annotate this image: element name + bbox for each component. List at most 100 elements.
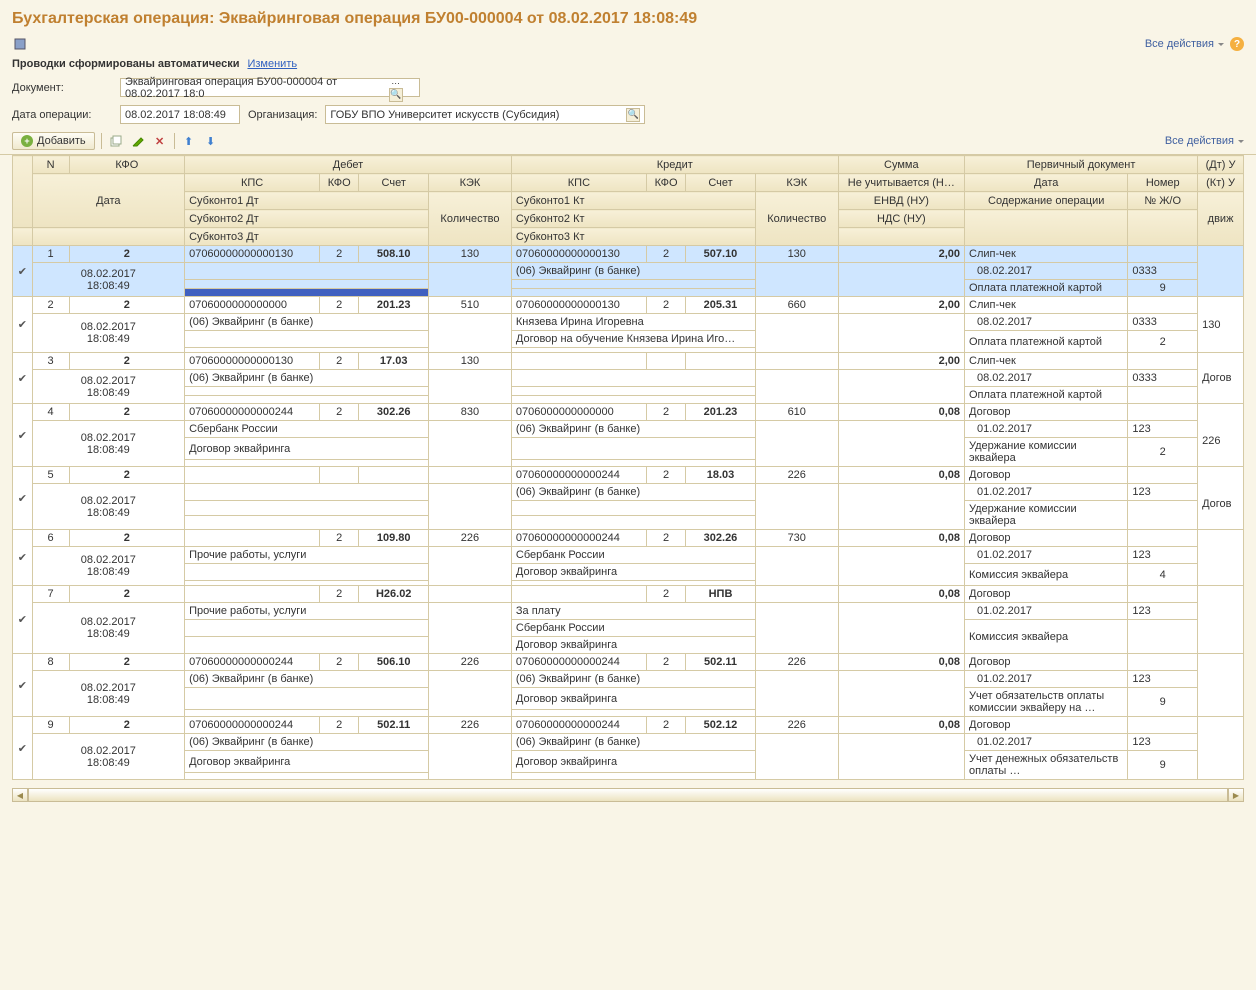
table-row[interactable]: 08.02.201718:08:49 (06) Эквайринг (в бан…	[13, 263, 1244, 280]
table-row[interactable]: Договор эквайринга Удержание комиссии эк…	[13, 438, 1244, 460]
check-cell[interactable]: ✔	[13, 586, 33, 654]
cell-ks2: Сбербанк России	[511, 620, 755, 637]
table-row[interactable]: ✔ 4 2 07060000000000244 2 302.26 830 070…	[13, 404, 1244, 421]
col-kps-d[interactable]: КПС	[185, 174, 320, 192]
table-row[interactable]: ✔ 8 2 07060000000000244 2 506.10 226 070…	[13, 654, 1244, 671]
cell-docdate: 08.02.2017	[965, 370, 1128, 387]
col-primary[interactable]: Первичный документ	[965, 156, 1198, 174]
col-nds[interactable]: НДС (НУ)	[838, 210, 964, 228]
table-row[interactable]: Сбербанк России Комиссия эквайера	[13, 620, 1244, 637]
col-sum[interactable]: Сумма	[838, 156, 964, 174]
cell-kqty	[755, 547, 838, 586]
check-cell[interactable]: ✔	[13, 404, 33, 467]
col-debit[interactable]: Дебет	[185, 156, 512, 174]
col-credit[interactable]: Кредит	[511, 156, 838, 174]
cell-kqty	[755, 603, 838, 654]
table-row[interactable]: 08.02.201718:08:49 (06) Эквайринг (в бан…	[13, 671, 1244, 688]
cell-ks1: (06) Эквайринг (в банке)	[511, 421, 755, 438]
col-dt[interactable]: (Дт) У	[1198, 156, 1244, 174]
col-move[interactable]: движ	[1198, 192, 1244, 246]
table-row[interactable]: Оплата платежной картой 9	[13, 280, 1244, 289]
col-kek-d[interactable]: КЭК	[429, 174, 512, 192]
col-sub3k[interactable]: Субконто3 Кт	[511, 228, 755, 246]
col-sub1d[interactable]: Субконто1 Дт	[185, 192, 429, 210]
table-row[interactable]: ✔ 1 2 07060000000000130 2 508.10 130 070…	[13, 246, 1244, 263]
cell-right: Догов	[1198, 467, 1244, 530]
scrollbar-horizontal[interactable]	[28, 788, 1228, 802]
col-kt[interactable]: (Кт) У	[1198, 174, 1244, 192]
help-icon[interactable]: ?	[1230, 37, 1244, 51]
col-jo[interactable]: № Ж/О	[1128, 192, 1198, 210]
table-row[interactable]: ✔ 2 2 0706000000000000 2 201.23 510 0706…	[13, 297, 1244, 314]
cell-date: 08.02.201718:08:49	[32, 734, 184, 780]
col-number[interactable]: Номер	[1128, 174, 1198, 192]
check-cell[interactable]: ✔	[13, 246, 33, 297]
col-date[interactable]: Дата	[32, 174, 184, 228]
copy-icon[interactable]	[108, 133, 124, 149]
search-icon[interactable]: 🔍	[389, 88, 403, 102]
col-kps-k[interactable]: КПС	[511, 174, 646, 192]
table-row[interactable]: Удержание комиссии эквайера	[13, 501, 1244, 516]
table-row[interactable]: 08.02.201718:08:49 (06) Эквайринг (в бан…	[13, 484, 1244, 501]
cell-dkek: 226	[429, 654, 512, 671]
col-acct-d[interactable]: Счет	[359, 174, 429, 192]
col-kfo-d[interactable]: КФО	[320, 174, 359, 192]
ellipsis-icon[interactable]: …	[389, 74, 403, 88]
table-row[interactable]: 08.02.201718:08:49 Прочие работы, услуги…	[13, 547, 1244, 564]
table-row[interactable]: 08.02.201718:08:49 Сбербанк России (06) …	[13, 421, 1244, 438]
table-row[interactable]: ✔ 3 2 07060000000000130 2 17.03 130 2,00…	[13, 353, 1244, 370]
all-actions-menu[interactable]: Все действия	[1145, 38, 1224, 50]
col-notake[interactable]: Не учитывается (Н…	[838, 174, 964, 192]
col-check[interactable]	[13, 156, 33, 228]
cell-sum: 2,00	[838, 353, 964, 370]
move-up-icon[interactable]: ⬆	[181, 133, 197, 149]
table-row[interactable]: 08.02.201718:08:49 (06) Эквайринг (в бан…	[13, 370, 1244, 387]
col-content[interactable]: Содержание операции	[965, 192, 1128, 210]
search-icon[interactable]: 🔍	[626, 108, 640, 122]
table-row[interactable]: Оплата платежной картой	[13, 387, 1244, 396]
table-row[interactable]: Договор на обучение Князева Ирина Иго… О…	[13, 331, 1244, 348]
col-n[interactable]: N	[32, 156, 69, 174]
postings-table[interactable]: N КФО Дебет Кредит Сумма Первичный докум…	[12, 155, 1244, 780]
check-cell[interactable]: ✔	[13, 297, 33, 353]
col-date2[interactable]: Дата	[965, 174, 1128, 192]
change-link[interactable]: Изменить	[247, 58, 297, 70]
check-cell[interactable]: ✔	[13, 717, 33, 780]
col-sub2d[interactable]: Субконто2 Дт	[185, 210, 429, 228]
edit-icon[interactable]	[130, 133, 146, 149]
table-row[interactable]: Договор эквайринга Учет обязательств опл…	[13, 688, 1244, 710]
check-cell[interactable]: ✔	[13, 353, 33, 404]
col-sub2k[interactable]: Субконто2 Кт	[511, 210, 755, 228]
check-cell[interactable]: ✔	[13, 530, 33, 586]
table-row[interactable]: ✔ 5 2 07060000000000244 2 18.03 226 0,08…	[13, 467, 1244, 484]
table-row[interactable]: 08.02.201718:08:49 Прочие работы, услуги…	[13, 603, 1244, 620]
add-button[interactable]: + Добавить	[12, 132, 95, 150]
check-cell[interactable]: ✔	[13, 654, 33, 717]
org-field[interactable]: ГОБУ ВПО Университет искусств (Субсидия)…	[325, 105, 645, 124]
col-envd[interactable]: ЕНВД (НУ)	[838, 192, 964, 210]
table-row[interactable]: ✔ 9 2 07060000000000244 2 502.11 226 070…	[13, 717, 1244, 734]
table-row[interactable]: 08.02.201718:08:49 (06) Эквайринг (в бан…	[13, 734, 1244, 751]
scroll-left-icon[interactable]: ◀	[12, 788, 28, 802]
col-acct-k[interactable]: Счет	[686, 174, 756, 192]
move-down-icon[interactable]: ⬇	[203, 133, 219, 149]
cell-doc: Слип-чек	[965, 297, 1128, 314]
doc-field[interactable]: Эквайринговая операция БУ00-000004 от 08…	[120, 78, 420, 97]
col-sub3d[interactable]: Субконто3 Дт	[185, 228, 429, 246]
delete-icon[interactable]: ✕	[152, 133, 168, 149]
table-row[interactable]: 08.02.201718:08:49 (06) Эквайринг (в бан…	[13, 314, 1244, 331]
date-field[interactable]: 08.02.2017 18:08:49	[120, 105, 240, 124]
col-kfo-k[interactable]: КФО	[646, 174, 685, 192]
table-row[interactable]: Договор эквайринга Комиссия эквайера 4	[13, 564, 1244, 581]
check-cell[interactable]: ✔	[13, 467, 33, 530]
col-qty-k[interactable]: Количество	[755, 192, 838, 246]
scroll-right-icon[interactable]: ▶	[1228, 788, 1244, 802]
table-row[interactable]: Договор эквайринга Договор эквайринга Уч…	[13, 751, 1244, 773]
table-row[interactable]: ✔ 7 2 2 Н26.02 2 НПВ 0,08 Договор	[13, 586, 1244, 603]
col-qty-d[interactable]: Количество	[429, 192, 512, 246]
col-kek-k[interactable]: КЭК	[755, 174, 838, 192]
col-sub1k[interactable]: Субконто1 Кт	[511, 192, 755, 210]
col-kfo[interactable]: КФО	[69, 156, 184, 174]
table-row[interactable]: ✔ 6 2 2 109.80 226 07060000000000244 2 3…	[13, 530, 1244, 547]
all-actions-menu[interactable]: Все действия	[1165, 135, 1244, 147]
